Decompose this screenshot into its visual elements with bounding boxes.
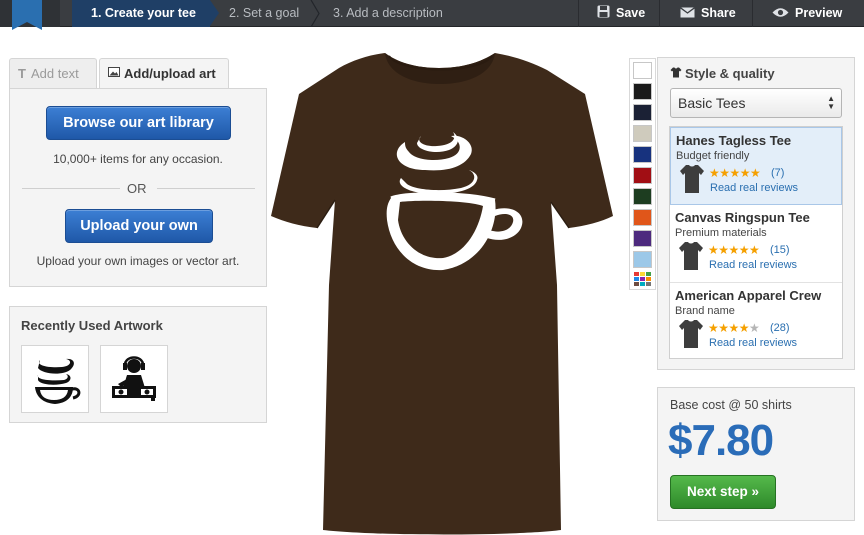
step-divider-icon bbox=[310, 0, 320, 27]
stars-filled: ★★★★ bbox=[708, 321, 750, 335]
product-american-apparel[interactable]: American Apparel Crew Brand name ★★★★★ (… bbox=[670, 283, 842, 361]
stars-empty: ★ bbox=[749, 321, 760, 335]
product-list: Hanes Tagless Tee Budget friendly ★★★★★ … bbox=[669, 126, 843, 359]
swatch-purple[interactable] bbox=[633, 230, 652, 247]
step-create-label: 1. Create your tee bbox=[91, 6, 196, 20]
tab-add-upload-art[interactable]: Add/upload art bbox=[99, 58, 229, 89]
or-separator: OR bbox=[127, 181, 147, 196]
swatch-red[interactable] bbox=[633, 167, 652, 184]
tshirt-thumbnail-icon bbox=[679, 164, 705, 199]
share-label: Share bbox=[701, 6, 736, 20]
tab-add-upload-art-label: Add/upload art bbox=[124, 66, 216, 81]
tab-add-text-label: Add text bbox=[31, 66, 79, 81]
base-cost-label: Base cost @ 50 shirts bbox=[670, 398, 792, 412]
product-name: Hanes Tagless Tee bbox=[676, 133, 792, 148]
preview-button[interactable]: Preview bbox=[752, 0, 864, 27]
step-add-a-description[interactable]: 3. Add a description bbox=[322, 0, 460, 27]
tshirt-thumbnail-icon bbox=[678, 241, 704, 276]
rating-count: (7) bbox=[771, 167, 785, 179]
swatch-royal-blue[interactable] bbox=[633, 146, 652, 163]
read-reviews-link[interactable]: Read real reviews bbox=[709, 259, 797, 271]
dj-icon bbox=[112, 356, 156, 401]
browse-art-library-button[interactable]: Browse our art library bbox=[46, 106, 231, 140]
rating-stars: ★★★★★ bbox=[708, 243, 760, 257]
top-navigation-bar: 1. Create your tee 2. Set a goal 3. Add … bbox=[0, 0, 864, 30]
step-create-your-tee[interactable]: 1. Create your tee bbox=[72, 0, 210, 27]
product-desc: Brand name bbox=[675, 305, 735, 317]
recent-artwork-dj[interactable] bbox=[100, 345, 168, 413]
envelope-icon bbox=[680, 1, 695, 27]
recent-artwork-coffee[interactable] bbox=[21, 345, 89, 413]
product-hanes-tagless[interactable]: Hanes Tagless Tee Budget friendly ★★★★★ … bbox=[670, 127, 842, 205]
swatch-white[interactable] bbox=[633, 62, 652, 79]
product-desc: Premium materials bbox=[675, 227, 767, 239]
swatch-black[interactable] bbox=[633, 83, 652, 100]
step-arrow-icon bbox=[210, 0, 219, 26]
eye-icon bbox=[772, 1, 789, 27]
swatch-navy[interactable] bbox=[633, 104, 652, 121]
share-button[interactable]: Share bbox=[659, 0, 752, 27]
style-quality-label: Style & quality bbox=[685, 66, 775, 81]
swatch-sand[interactable] bbox=[633, 125, 652, 142]
step-goal-label: 2. Set a goal bbox=[229, 6, 300, 20]
product-desc: Budget friendly bbox=[676, 150, 750, 162]
tshirt-body bbox=[271, 53, 613, 535]
select-arrows-icon: ▲ ▼ bbox=[827, 94, 835, 111]
save-label: Save bbox=[616, 6, 646, 20]
tshirt-preview[interactable] bbox=[265, 50, 620, 535]
recently-used-title: Recently Used Artwork bbox=[21, 318, 163, 333]
more-colors-icon[interactable] bbox=[633, 271, 652, 288]
swatch-forest-green[interactable] bbox=[633, 188, 652, 205]
text-icon: T bbox=[18, 66, 26, 81]
base-cost-value: $7.80 bbox=[668, 416, 774, 465]
browse-subtext: 10,000+ items for any occasion. bbox=[53, 152, 223, 166]
logo[interactable] bbox=[0, 0, 60, 30]
image-icon bbox=[108, 58, 120, 88]
tshirt-thumbnail-icon bbox=[678, 319, 704, 354]
color-swatches bbox=[629, 58, 656, 290]
recently-used-panel: Recently Used Artwork bbox=[9, 306, 267, 423]
tshirt-icon bbox=[670, 66, 682, 81]
preview-label: Preview bbox=[795, 6, 843, 20]
upload-subtext: Upload your own images or vector art. bbox=[36, 254, 240, 268]
read-reviews-link[interactable]: Read real reviews bbox=[710, 182, 798, 194]
art-panel: Browse our art library 10,000+ items for… bbox=[9, 88, 267, 287]
rating-stars: ★★★★★ bbox=[709, 166, 761, 180]
rating-stars: ★★★★★ bbox=[708, 321, 760, 335]
product-canvas-ringspun[interactable]: Canvas Ringspun Tee Premium materials ★★… bbox=[670, 205, 842, 283]
base-cost-panel: Base cost @ 50 shirts $7.80 Next step » bbox=[657, 387, 855, 521]
style-quality-title: Style & quality bbox=[670, 66, 775, 81]
save-icon bbox=[597, 1, 610, 27]
rating-count: (15) bbox=[770, 244, 790, 256]
swatch-orange[interactable] bbox=[633, 209, 652, 226]
style-select-value: Basic Tees bbox=[678, 95, 746, 111]
next-step-button[interactable]: Next step » bbox=[670, 475, 776, 509]
read-reviews-link[interactable]: Read real reviews bbox=[709, 337, 797, 349]
save-button[interactable]: Save bbox=[578, 0, 659, 27]
divider-right bbox=[157, 188, 255, 189]
upload-your-own-button[interactable]: Upload your own bbox=[65, 209, 213, 243]
style-select[interactable]: Basic Tees ▲ ▼ bbox=[670, 88, 842, 118]
step-description-label: 3. Add a description bbox=[333, 6, 443, 20]
rating-count: (28) bbox=[770, 322, 790, 334]
step-set-a-goal[interactable]: 2. Set a goal bbox=[219, 0, 313, 27]
tab-add-text[interactable]: T Add text bbox=[9, 58, 97, 88]
divider-left bbox=[22, 188, 120, 189]
coffee-cup-icon bbox=[35, 358, 81, 404]
product-name: Canvas Ringspun Tee bbox=[675, 210, 810, 225]
logo-flag-icon bbox=[12, 0, 42, 30]
swatch-light-blue[interactable] bbox=[633, 251, 652, 268]
product-name: American Apparel Crew bbox=[675, 288, 822, 303]
